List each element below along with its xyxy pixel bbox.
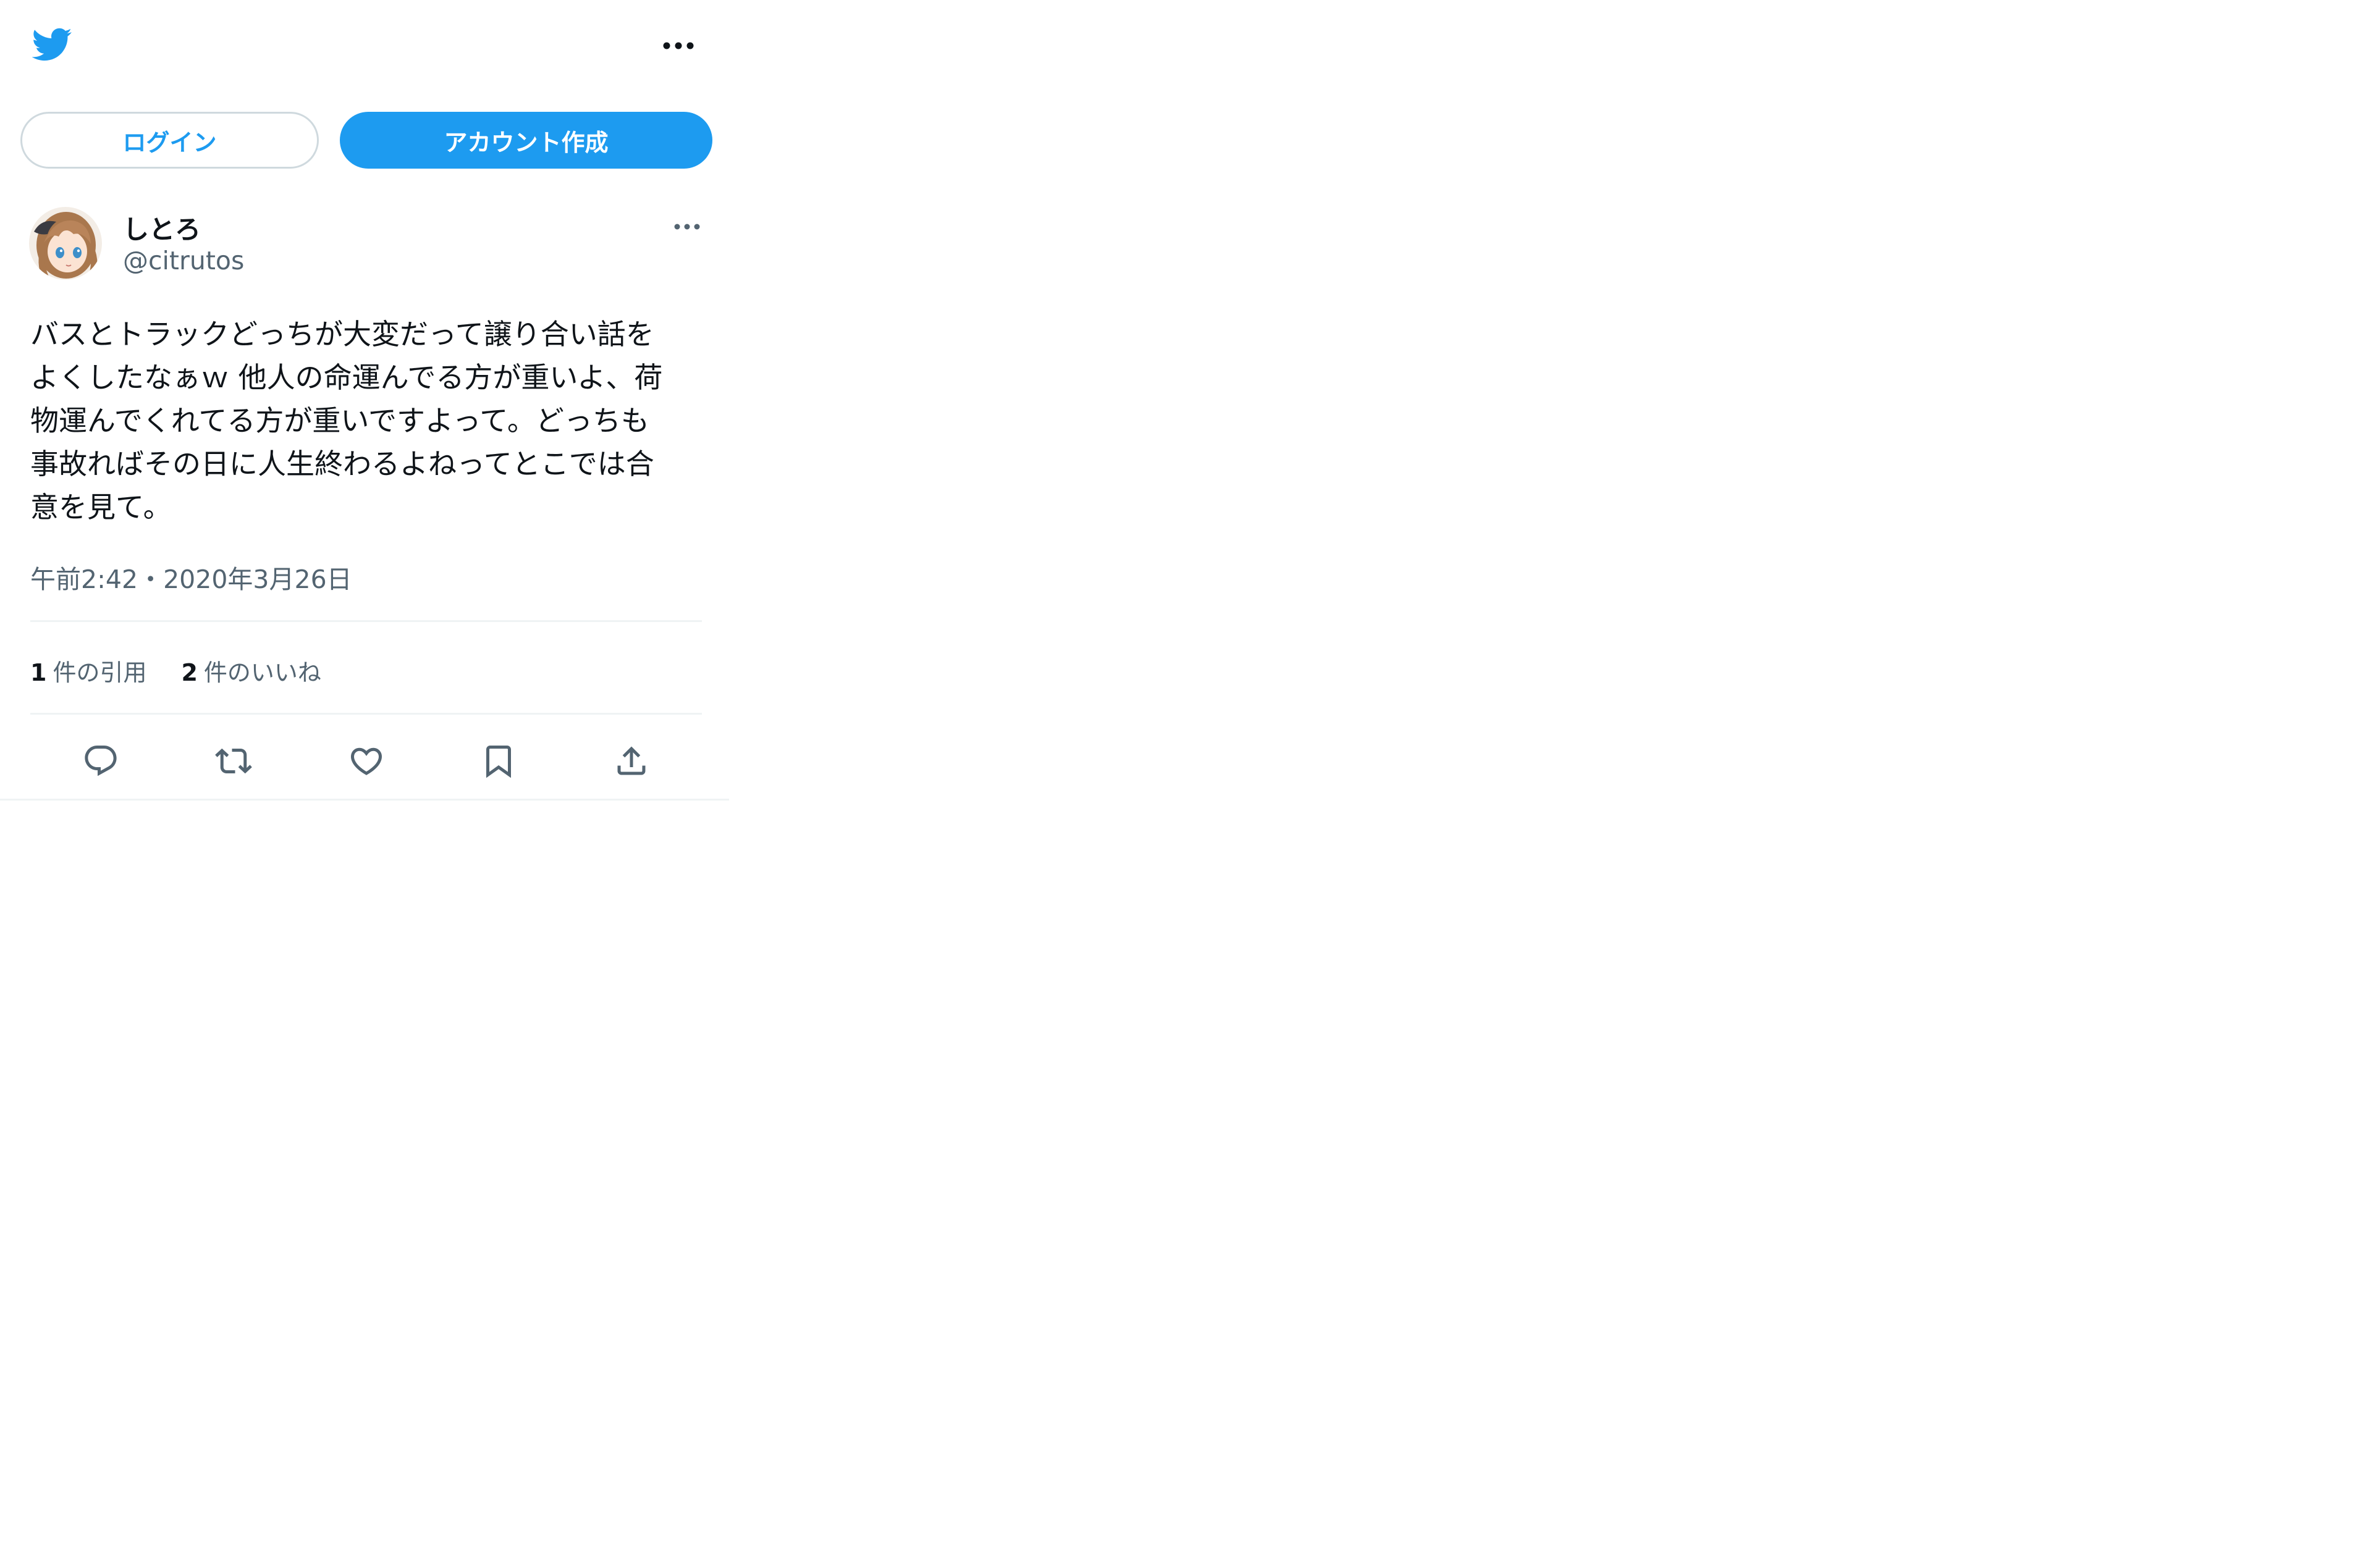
like-button[interactable] [339,734,394,788]
login-button[interactable]: ログイン [20,112,319,169]
header-more-button[interactable] [656,32,701,59]
share-button[interactable] [604,734,659,788]
login-button-label: ログイン [122,128,217,156]
quotes-stat[interactable]: 1 件の引用 [30,654,146,687]
create-account-button-label: アカウント作成 [444,128,609,156]
reply-icon [85,746,117,776]
tweet-action-bar [30,734,702,788]
divider [30,620,702,622]
tweet-text-line: 意を見て。 [30,490,172,524]
likes-count: 2 [181,659,198,686]
tweet-panel: ログイン アカウント作成 しとろ @citrutos バスとトラックどっちが大変… [0,0,729,801]
twitter-bird-icon[interactable] [27,23,75,65]
like-icon [350,747,382,775]
more-horizontal-icon [663,42,694,49]
share-icon [617,746,646,775]
tweet-text-line: 事故ればその日に人生終わるよねってとこでは合 [30,447,654,481]
quotes-count: 1 [30,659,47,686]
author-handle[interactable]: @citrutos [123,246,244,275]
tweet-text-line: 物運んでくれてる方が重いですよって。どっちも [30,404,649,437]
bookmark-icon [486,746,511,778]
bookmark-button[interactable] [471,734,526,788]
retweet-button[interactable] [206,734,261,788]
tweet-text-line: バスとトラックどっちが大変だって譲り合い話を [30,317,654,351]
retweet-icon [215,748,252,774]
tweet-more-button[interactable] [665,217,709,236]
tweet-stats: 1 件の引用 2 件のいいね [30,654,356,687]
likes-stat[interactable]: 2 件のいいね [181,654,321,687]
more-horizontal-icon [674,224,700,230]
user-avatar[interactable] [29,207,102,280]
quotes-label: 件の引用 [53,659,147,686]
tweet-text-line: よくしたなぁｗ 他人の命運んでる方が重いよ、荷 [30,361,663,394]
tweet-timestamp[interactable]: 午前2:42・2020年3月26日 [30,558,352,595]
author-display-name[interactable]: しとろ [123,209,201,246]
likes-label: 件のいいね [203,659,321,686]
reply-button[interactable] [74,734,128,788]
create-account-button[interactable]: アカウント作成 [340,112,712,169]
tweet-text: バスとトラックどっちが大変だって譲り合い話を よくしたなぁｗ 他人の命運んでる方… [30,313,713,529]
divider [30,713,702,715]
